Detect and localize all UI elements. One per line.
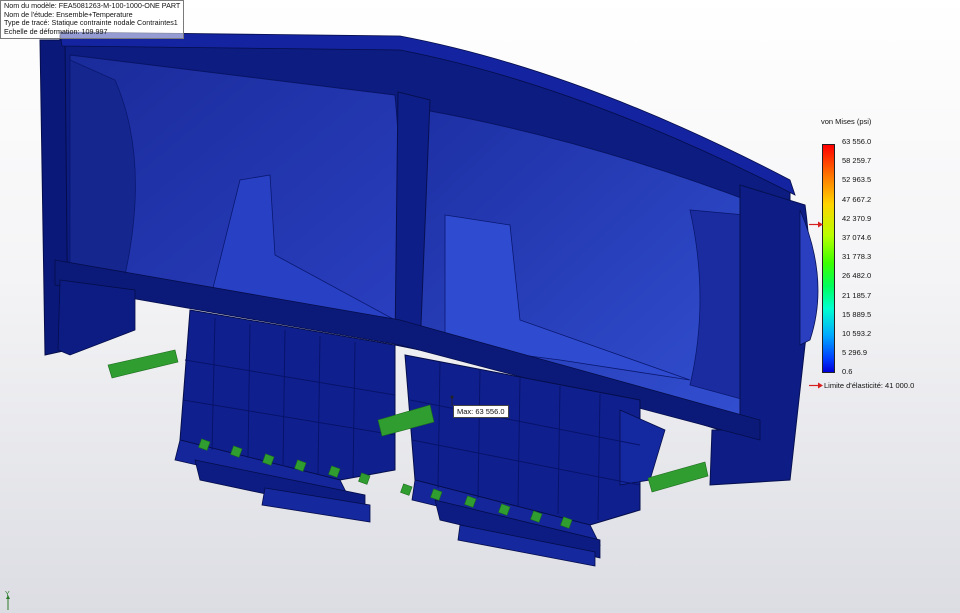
legend-title: von Mises (psi) — [821, 117, 872, 126]
hopper-block-left — [174, 309, 396, 523]
legend-tick-label: 5 296.9 — [842, 348, 868, 358]
model-left-support — [57, 279, 136, 356]
model-viewport[interactable] — [0, 0, 960, 613]
legend-tick-label: 52 963.5 — [842, 175, 872, 185]
axis-y-label: Y — [5, 591, 10, 598]
legend-tick-label: 10 593.2 — [842, 329, 872, 338]
legend-tick-label: 26 482.0 — [842, 271, 872, 281]
legend-tick-label: 31 778.3 — [842, 252, 872, 262]
fea-model[interactable] — [39, 31, 819, 567]
legend-tick-label: 37 074.6 — [842, 233, 872, 242]
legend-tick-label: 15 889.5 — [842, 309, 872, 319]
legend-tick-label: 0.6 — [842, 367, 853, 377]
max-stress-label[interactable]: Max: 63 556.0 — [453, 405, 509, 418]
study-info-box: Nom du modèle: FEA5081263-M-100-1000-ONE… — [0, 0, 185, 40]
legend-tick-label: 47 667.2 — [842, 194, 872, 204]
deformation-scale-text: Echelle de déformation: 109.997 — [4, 26, 108, 36]
stress-colorbar — [822, 144, 835, 373]
yield-limit-label: Limite d'élasticité: 41 000.0 — [824, 381, 915, 390]
legend-tick-label: 58 259.7 — [842, 156, 872, 166]
max-location-marker — [450, 395, 454, 399]
model-right-dome — [799, 209, 819, 346]
legend-tick-label: 63 556.0 — [842, 137, 872, 146]
legend-tick-label: 42 370.9 — [842, 213, 872, 223]
yield-limit-arrow-icon — [809, 221, 823, 228]
legend-tick-label: 21 185.7 — [842, 290, 872, 300]
yield-legend-arrow-icon — [809, 382, 823, 389]
